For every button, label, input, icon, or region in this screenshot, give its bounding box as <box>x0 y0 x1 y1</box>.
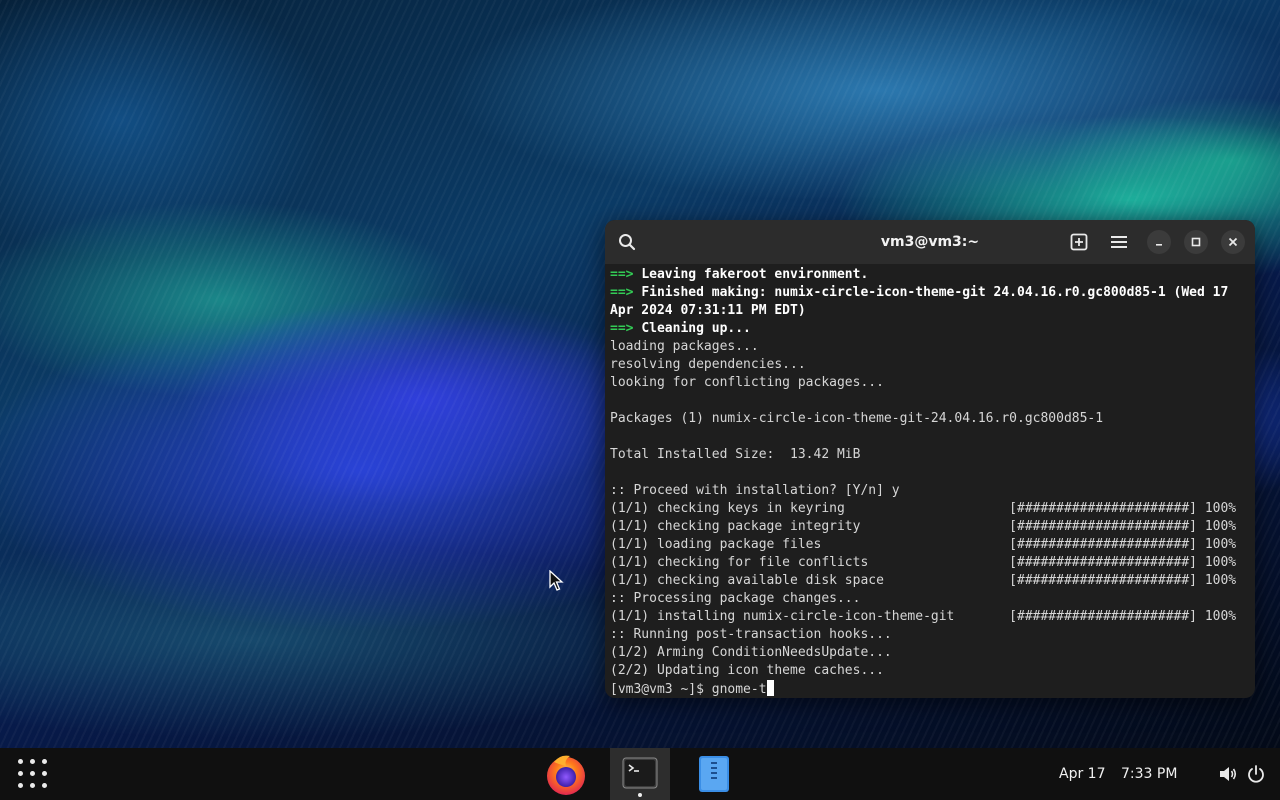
terminal-line-text: loading packages... <box>610 339 759 354</box>
terminal-line-text: Finished making: numix-circle-icon-theme… <box>641 285 1229 300</box>
dock-terminal[interactable] <box>610 748 670 800</box>
search-button[interactable] <box>613 228 641 256</box>
close-icon <box>1228 237 1238 247</box>
minimize-button[interactable] <box>1147 230 1171 254</box>
terminal-line-text: Cleaning up... <box>641 321 751 336</box>
text-cursor <box>766 680 774 696</box>
terminal-line-text: (1/1) installing numix-circle-icon-theme… <box>610 609 1237 624</box>
terminal-line-text: (1/2) Arming ConditionNeedsUpdate... <box>610 645 892 660</box>
dock-firefox[interactable] <box>540 748 592 800</box>
terminal-line-text: looking for conflicting packages... <box>610 375 884 390</box>
terminal-line: loading packages... <box>610 338 1250 356</box>
makepkg-arrow: ==> <box>610 285 642 300</box>
terminal-line-text: (2/2) Updating icon theme caches... <box>610 663 884 678</box>
terminal-line-text: resolving dependencies... <box>610 357 806 372</box>
terminal-line-text: (1/1) loading package files [###########… <box>610 537 1237 552</box>
mouse-pointer-icon <box>549 570 564 591</box>
search-icon <box>619 234 636 251</box>
terminal-line: :: Processing package changes... <box>610 590 1250 608</box>
dock-files[interactable] <box>688 748 740 800</box>
terminal-icon <box>622 757 658 789</box>
taskbar: Apr 17 7:33 PM <box>0 748 1280 800</box>
terminal-line: looking for conflicting packages... <box>610 374 1250 392</box>
terminal-line-text: (1/1) checking keys in keyring [########… <box>610 501 1237 516</box>
running-indicator <box>638 793 642 797</box>
terminal-line: (2/2) Updating icon theme caches... <box>610 662 1250 680</box>
terminal-line-text: Leaving fakeroot environment. <box>641 267 869 282</box>
terminal-line: (1/1) checking package integrity [######… <box>610 518 1250 536</box>
firefox-icon <box>547 755 585 795</box>
apps-grid-dot <box>42 783 47 788</box>
terminal-line-text: :: Running post-transaction hooks... <box>610 627 892 642</box>
maximize-button[interactable] <box>1184 230 1208 254</box>
clock-time[interactable]: 7:33 PM <box>1121 748 1177 800</box>
apps-grid-dot <box>30 783 35 788</box>
terminal-line: (1/1) checking keys in keyring [########… <box>610 500 1250 518</box>
apps-grid-dot <box>18 783 23 788</box>
power-icon[interactable] <box>1246 764 1266 784</box>
shell-prompt: [vm3@vm3 ~]$ <box>610 682 712 696</box>
apps-grid-dot <box>42 771 47 776</box>
terminal-line: resolving dependencies... <box>610 356 1250 374</box>
terminal-line: (1/1) checking available disk space [###… <box>610 572 1250 590</box>
terminal-line: ==> Finished making: numix-circle-icon-t… <box>610 284 1250 302</box>
terminal-line: ==> Cleaning up... <box>610 320 1250 338</box>
clock-date[interactable]: Apr 17 <box>1059 748 1105 800</box>
terminal-line: Packages (1) numix-circle-icon-theme-git… <box>610 410 1250 428</box>
terminal-line-text: :: Proceed with installation? [Y/n] y <box>610 483 900 498</box>
hamburger-menu-icon <box>1111 236 1127 248</box>
terminal-line-text: Total Installed Size: 13.42 MiB <box>610 447 861 462</box>
terminal-line-text: Apr 2024 07:31:11 PM EDT) <box>610 303 806 318</box>
makepkg-arrow: ==> <box>610 321 642 336</box>
command-input[interactable]: gnome-t <box>712 682 767 696</box>
new-tab-button[interactable] <box>1065 228 1093 256</box>
minimize-icon <box>1156 244 1162 246</box>
terminal-line-text: :: Processing package changes... <box>610 591 861 606</box>
terminal-line: (1/2) Arming ConditionNeedsUpdate... <box>610 644 1250 662</box>
show-apps-button[interactable] <box>18 759 48 789</box>
terminal-line: ==> Leaving fakeroot environment. <box>610 266 1250 284</box>
terminal-window[interactable]: vm3@vm3:~ ==> Leaving fakeroot environme… <box>605 220 1255 698</box>
menu-button[interactable] <box>1105 228 1133 256</box>
apps-grid-dot <box>18 771 23 776</box>
prompt-line[interactable]: [vm3@vm3 ~]$ gnome-t <box>610 680 1250 696</box>
terminal-line: Apr 2024 07:31:11 PM EDT) <box>610 302 1250 320</box>
title-bar[interactable]: vm3@vm3:~ <box>605 220 1255 264</box>
terminal-line-text: Packages (1) numix-circle-icon-theme-git… <box>610 411 1104 426</box>
new-tab-icon <box>1070 233 1088 251</box>
terminal-line: (1/1) installing numix-circle-icon-theme… <box>610 608 1250 626</box>
apps-grid-dot <box>30 759 35 764</box>
terminal-line: :: Running post-transaction hooks... <box>610 626 1250 644</box>
terminal-line-text: (1/1) checking available disk space [###… <box>610 573 1237 588</box>
makepkg-arrow: ==> <box>610 267 642 282</box>
terminal-line-text: (1/1) checking package integrity [######… <box>610 519 1237 534</box>
terminal-output[interactable]: ==> Leaving fakeroot environment. ==> Fin… <box>610 266 1250 696</box>
apps-grid-dot <box>42 759 47 764</box>
terminal-line: Total Installed Size: 13.42 MiB <box>610 446 1250 464</box>
maximize-icon <box>1191 237 1201 247</box>
terminal-line: (1/1) loading package files [###########… <box>610 536 1250 554</box>
volume-icon[interactable] <box>1218 764 1238 784</box>
apps-grid-dot <box>30 771 35 776</box>
window-title: vm3@vm3:~ <box>880 234 980 250</box>
files-icon <box>699 756 729 792</box>
close-button[interactable] <box>1221 230 1245 254</box>
terminal-line-text: (1/1) checking for file conflicts [#####… <box>610 555 1237 570</box>
terminal-line: :: Proceed with installation? [Y/n] y <box>610 482 1250 500</box>
terminal-line: (1/1) checking for file conflicts [#####… <box>610 554 1250 572</box>
apps-grid-dot <box>18 759 23 764</box>
